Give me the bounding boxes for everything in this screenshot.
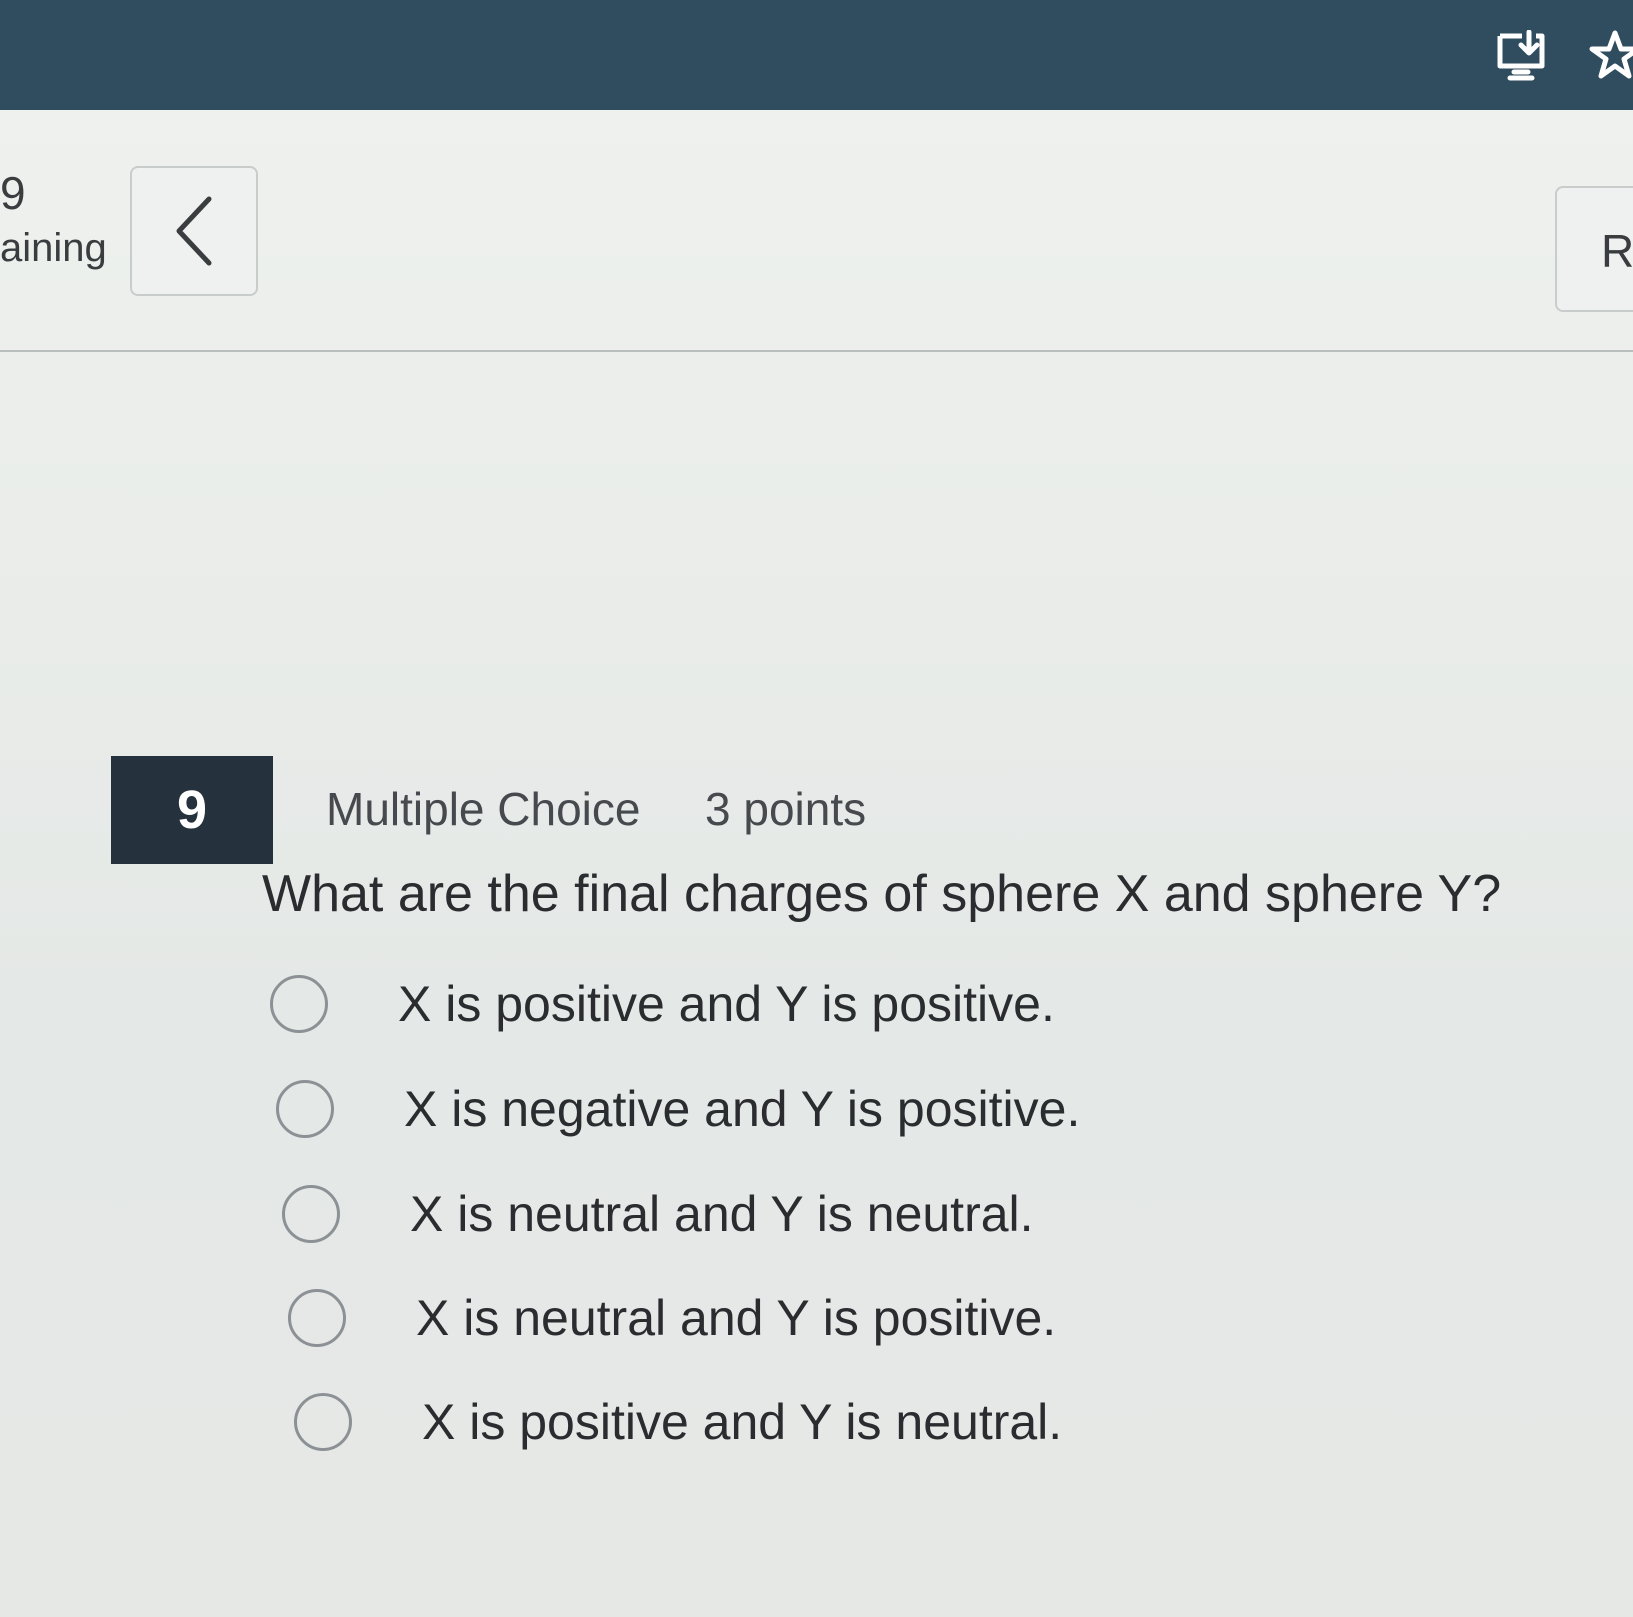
answer-option[interactable]: X is neutral and Y is neutral. [282,1179,1034,1249]
remaining-count: 9 [0,167,26,219]
previous-question-button[interactable] [130,166,258,296]
question-points: 3 points [705,783,867,835]
answer-option-label: X is negative and Y is positive. [404,1081,1081,1137]
remaining-label: aining [0,226,107,270]
download-screen-icon[interactable] [1490,26,1550,86]
chevron-left-icon [176,196,212,266]
browser-toolbar [0,0,1633,110]
quiz-page: 9 aining R 9 Multiple Choice 3 points Wh… [0,110,1633,1617]
radio-button[interactable] [282,1185,340,1243]
answer-option[interactable]: X is positive and Y is positive. [270,969,1055,1039]
answer-option-label: X is positive and Y is positive. [398,976,1055,1032]
radio-button[interactable] [270,975,328,1033]
star-icon[interactable] [1585,26,1633,86]
radio-button[interactable] [276,1080,334,1138]
right-header-button[interactable]: R [1555,186,1633,312]
answer-option[interactable]: X is neutral and Y is positive. [288,1283,1056,1353]
radio-button[interactable] [288,1289,346,1347]
answer-option-label: X is positive and Y is neutral. [422,1394,1063,1450]
question-text: What are the final charges of sphere X a… [262,865,1502,923]
answer-option[interactable]: X is positive and Y is neutral. [294,1387,1062,1457]
radio-button[interactable] [294,1393,352,1451]
question-number-badge: 9 [111,756,273,864]
header-divider [0,350,1633,352]
answer-option[interactable]: X is negative and Y is positive. [276,1074,1080,1144]
question-type: Multiple Choice [326,783,641,835]
answer-option-label: X is neutral and Y is positive. [416,1290,1057,1346]
answer-option-label: X is neutral and Y is neutral. [410,1186,1034,1242]
